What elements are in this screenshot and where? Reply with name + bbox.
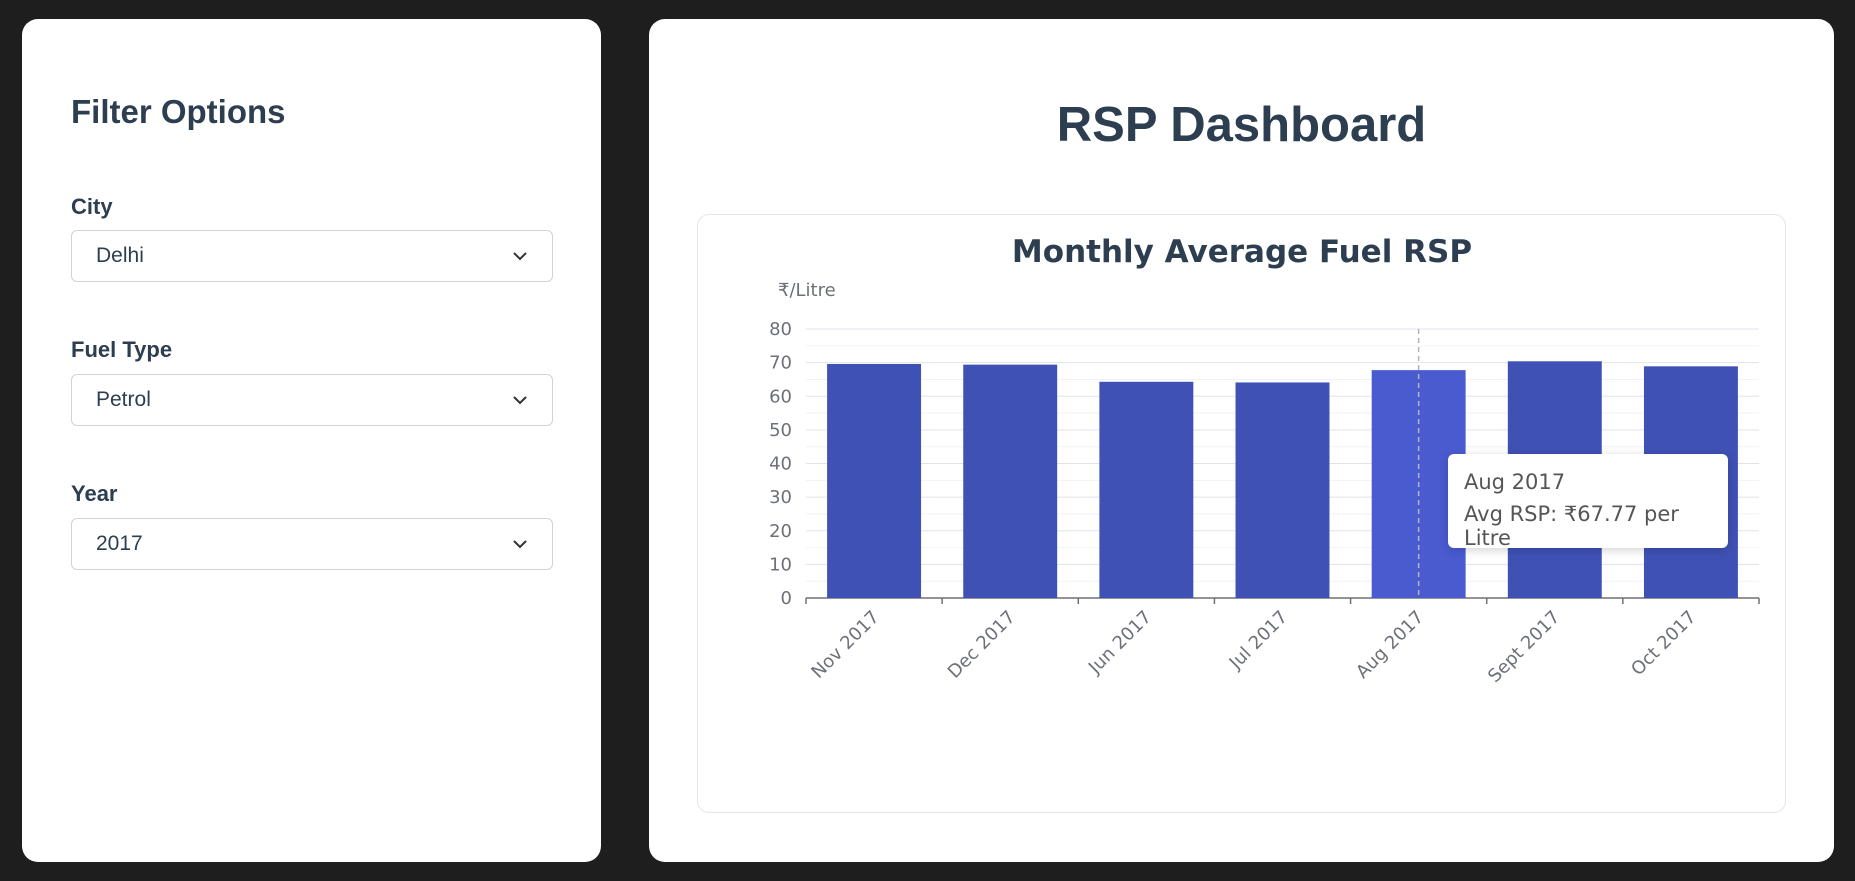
y-tick-label: 10	[769, 554, 792, 575]
x-tick-label: Oct 2017	[1627, 607, 1700, 680]
page-title: RSP Dashboard	[1056, 98, 1427, 152]
y-tick-label: 50	[769, 420, 792, 441]
y-tick-label: 40	[769, 454, 792, 475]
fuel-type-label: Fuel Type	[71, 337, 173, 362]
x-tick-label: Nov 2017	[807, 607, 883, 683]
x-tick-label: Aug 2017	[1352, 607, 1428, 683]
filter-sidebar: Filter Options City Delhi Fuel Type Petr…	[22, 19, 601, 862]
filter-title: Filter Options	[71, 93, 286, 130]
chart-tooltip: Aug 2017 Avg RSP: ₹67.77 per Litre	[1448, 454, 1728, 550]
chevron-down-icon	[512, 536, 528, 552]
city-label: City	[71, 194, 113, 219]
x-tick-label: Dec 2017	[944, 607, 1020, 683]
y-tick-label: 70	[769, 353, 792, 374]
y-tick-label: 60	[769, 386, 792, 407]
bar	[1235, 382, 1330, 598]
chart-card: Monthly Average Fuel RSP ₹/Litre 0 10 20 30 40…	[697, 214, 1786, 813]
city-select-value: Delhi	[96, 244, 144, 267]
y-tick-label: 80	[769, 319, 792, 340]
x-tick-label: Sept 2017	[1484, 607, 1564, 687]
dashboard-main: RSP Dashboard Monthly Average Fuel RSP ₹/…	[649, 19, 1834, 862]
city-select[interactable]: Delhi	[71, 230, 553, 282]
bar	[827, 363, 922, 598]
y-axis-label: ₹/Litre	[778, 280, 836, 301]
chart-title: Monthly Average Fuel RSP	[1012, 234, 1472, 270]
fuel-type-select-value: Petrol	[96, 388, 151, 411]
y-tick-label: 30	[769, 487, 792, 508]
chevron-down-icon	[512, 392, 528, 408]
bar	[963, 364, 1058, 598]
year-select[interactable]: 2017	[71, 518, 553, 570]
y-tick-label: 0	[781, 588, 792, 609]
year-select-value: 2017	[96, 532, 143, 555]
x-tick-label: Jun 2017	[1084, 607, 1156, 679]
bar	[1099, 381, 1194, 598]
fuel-type-select[interactable]: Petrol	[71, 374, 553, 426]
year-label: Year	[71, 481, 118, 506]
x-tick-label: Jul 2017	[1225, 607, 1292, 674]
y-tick-label: 20	[769, 521, 792, 542]
chevron-down-icon	[512, 248, 528, 264]
tooltip-title: Aug 2017	[1464, 470, 1566, 494]
tooltip-value: Avg RSP: ₹67.77 per Litre	[1464, 502, 1679, 550]
